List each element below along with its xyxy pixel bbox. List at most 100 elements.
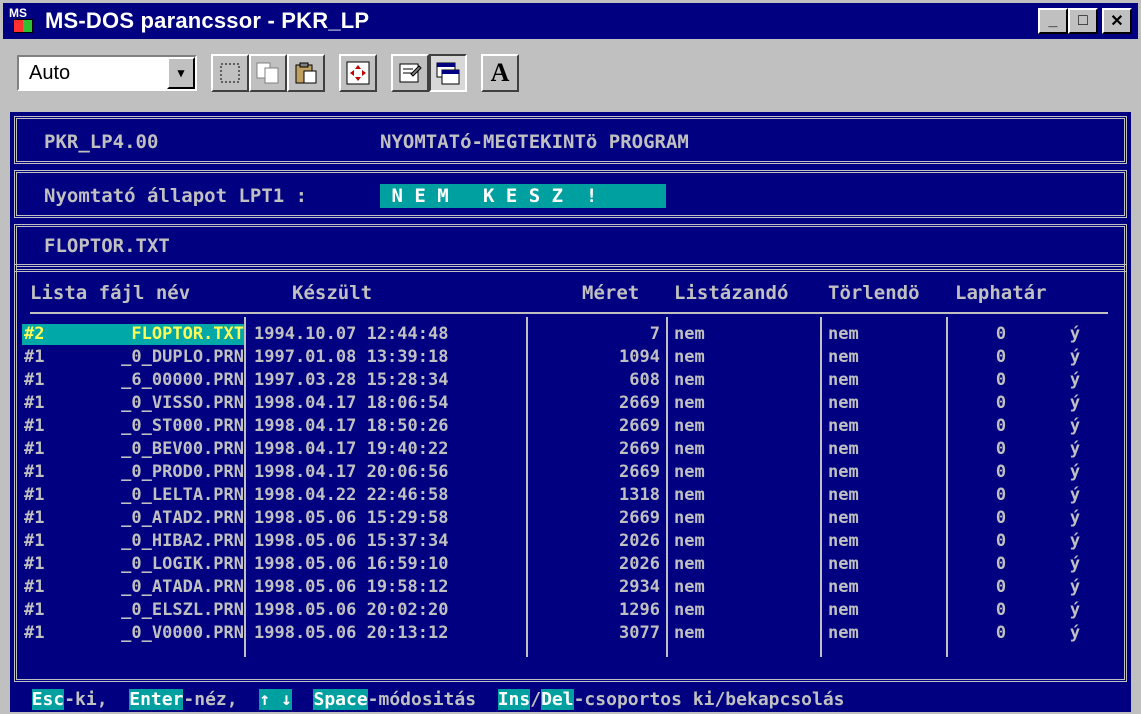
delete-flag: nem [828,416,859,436]
row-flag: ý [1069,347,1081,367]
font-size-select[interactable]: Auto ▼ [17,55,197,91]
key-hint-text: -néz, [183,689,260,710]
file-mark: #1 [24,554,45,574]
key-hint: Ins [497,689,531,710]
file-date: 1998.04.17 19:40:22 [254,439,449,459]
page-boundary: 0 [995,324,1007,344]
row-flag: ý [1069,462,1081,482]
key-hint-text: -ki, [64,689,130,710]
file-mark: #1 [24,577,45,597]
list-flag: nem [674,462,705,482]
file-size: 2669 [619,393,660,413]
background-button[interactable] [429,54,467,92]
window-title: MS-DOS parancssor - PKR_LP [45,8,370,33]
paste-icon [295,62,317,84]
delete-flag: nem [828,554,859,574]
row-flag: ý [1069,577,1081,597]
file-name: FLOPTOR.TXT [68,324,244,345]
file-size: 7 [649,324,660,344]
file-date: 1998.05.06 15:29:58 [254,508,449,528]
file-size: 1318 [619,485,660,505]
minimize-button[interactable]: _ [1038,8,1068,34]
file-size: 2026 [619,554,660,574]
page-boundary: 0 [995,370,1007,390]
delete-flag: nem [828,370,859,390]
file-size: 2669 [619,462,660,482]
delete-flag: nem [828,439,859,459]
font-button[interactable]: A [481,54,519,92]
program-title: NYOMTATó-MEGTEKINTö PROGRAM [380,131,689,153]
page-boundary: 0 [995,347,1007,367]
delete-flag: nem [828,577,859,597]
file-mark: #1 [24,485,45,505]
row-flag: ý [1069,324,1081,344]
row-flag: ý [1069,531,1081,551]
delete-flag: nem [828,324,859,344]
row-flag: ý [1069,508,1081,528]
row-flag: ý [1069,623,1081,643]
file-date: 1998.04.17 18:50:26 [254,416,449,436]
file-name: _0_DUPLO.PRN [121,347,244,367]
copy-button[interactable] [249,54,287,92]
file-name: _0_PROD0.PRN [121,462,244,482]
file-mark: #1 [24,370,45,390]
file-name: _0_HIBA2.PRN [121,531,244,551]
list-flag: nem [674,531,705,551]
file-date: 1998.05.06 19:58:12 [254,577,449,597]
page-boundary: 0 [995,393,1007,413]
file-name: _0_ATADA.PRN [121,577,244,597]
ms-dos-app-icon[interactable]: MS [9,7,37,35]
page-boundary: 0 [995,623,1007,643]
file-mark: #1 [24,600,45,620]
copy-icon [256,62,279,84]
file-size: 1296 [619,600,660,620]
key-hint: Esc [31,689,65,710]
file-size: 1094 [619,347,660,367]
ms-dos-window: MS MS-DOS parancssor - PKR_LP _ □ ✕ Auto… [0,0,1141,714]
col-header-list: Listázandó [674,282,789,304]
page-boundary: 0 [995,554,1007,574]
page-boundary: 0 [995,600,1007,620]
file-name: _0_ELSZL.PRN [121,600,244,620]
file-name: _0_ATAD2.PRN [121,508,244,528]
row-flag: ý [1069,370,1081,390]
mark-button[interactable] [211,54,249,92]
chevron-down-icon[interactable]: ▼ [167,57,195,89]
file-date: 1998.05.06 16:59:10 [254,554,449,574]
key-hint-text: -módositás [367,689,498,710]
page-boundary: 0 [995,531,1007,551]
file-mark: #1 [24,462,45,482]
file-size: 608 [629,370,660,390]
file-name: _0_VISSO.PRN [121,393,244,413]
file-name: _0_BEV00.PRN [121,439,244,459]
file-size: 2669 [619,416,660,436]
page-boundary: 0 [995,439,1007,459]
mark-icon [220,63,240,83]
file-date: 1998.04.17 20:06:56 [254,462,449,482]
file-size: 3077 [619,623,660,643]
properties-button[interactable] [391,54,429,92]
header-divider [30,312,1108,314]
delete-flag: nem [828,462,859,482]
file-mark: #1 [24,508,45,528]
fullscreen-button[interactable] [339,54,377,92]
file-mark: #1 [24,623,45,643]
current-file-name: FLOPTOR.TXT [44,235,170,257]
col-header-name: Lista fájl név [30,282,191,304]
key-hint: ↑ ↓ [259,689,292,710]
key-hint-text: -csoportos ki/bekapcsolás [573,689,845,710]
title-bar[interactable]: MS MS-DOS parancssor - PKR_LP _ □ ✕ [3,3,1138,39]
file-mark: #1 [24,393,45,413]
paste-button[interactable] [287,54,325,92]
file-mark: #2 [24,324,45,345]
row-flag: ý [1069,439,1081,459]
file-date: 1997.03.28 15:28:34 [254,370,449,390]
row-flag: ý [1069,600,1081,620]
maximize-button[interactable]: □ [1068,8,1098,34]
key-hint: Del [541,689,574,710]
close-button[interactable]: ✕ [1102,8,1132,34]
file-date: 1998.04.22 22:46:58 [254,485,449,505]
key-hint: Space [313,689,368,710]
list-flag: nem [674,347,705,367]
console-screen[interactable]: PKR_LP4.00 NYOMTATó-MEGTEKINTö PROGRAM N… [10,112,1131,712]
